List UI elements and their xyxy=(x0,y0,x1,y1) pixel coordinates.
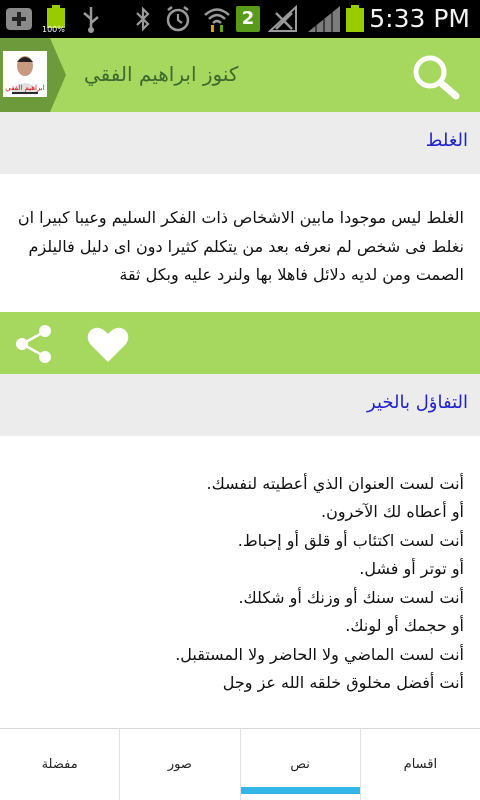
action-bar: ابراهيم الفقي كنوز ابراهيم الفقي xyxy=(0,38,480,112)
usb-icon xyxy=(83,7,99,33)
clock-time: 5:33 PM xyxy=(369,4,470,33)
post-line: أنت أفضل مخلوق خلقه الله عز وجل xyxy=(222,673,464,692)
post-line: أنت لست سنك أو وزنك أو شكلك. xyxy=(238,587,464,607)
search-icon[interactable] xyxy=(406,50,466,102)
post-body: أنت لست العنوان الذي أعطيته لنفسك. أو أع… xyxy=(0,436,480,698)
tab-label: مفضلة xyxy=(41,757,78,772)
post-actions-bar xyxy=(0,311,480,374)
post-line: أنت لست العنوان الذي أعطيته لنفسك. xyxy=(206,473,464,493)
add-notification-icon xyxy=(6,8,32,30)
tab-favorites[interactable]: مفضلة xyxy=(0,729,121,800)
notification-count: 2 xyxy=(241,8,255,29)
tab-label: اقسام xyxy=(403,757,438,772)
heart-icon[interactable] xyxy=(86,324,130,364)
wifi-icon xyxy=(204,8,230,32)
status-bar: 100% 2 5:33 PM xyxy=(0,0,480,38)
posts-list[interactable]: الغلط الغلط ليس موجودا مابين الاشخاص ذات… xyxy=(0,112,480,728)
post-line: أنت لست اكتئاب أو قلق أو إحباط. xyxy=(237,530,464,550)
tab-categories[interactable]: اقسام xyxy=(361,729,480,800)
active-tab-indicator xyxy=(240,787,360,794)
post-title-bar[interactable]: التفاؤل بالخير xyxy=(0,373,480,436)
app-title: كنوز ابراهيم الفقي xyxy=(84,62,239,86)
post-title: التفاؤل بالخير xyxy=(367,391,468,413)
app-icon[interactable]: ابراهيم الفقي xyxy=(0,38,66,112)
battery-full-icon xyxy=(346,5,364,32)
alarm-icon xyxy=(166,6,190,32)
notification-badge: 2 xyxy=(236,6,260,32)
bluetooth-icon xyxy=(136,6,150,32)
post-line: أو حجمك أو لونك. xyxy=(345,616,464,635)
post-body: الغلط ليس موجودا مابين الاشخاص ذات الفكر… xyxy=(17,208,464,284)
post-line: أو أعطاه لك الآخرون. xyxy=(320,502,464,521)
tab-text[interactable]: نص xyxy=(240,729,361,800)
share-icon[interactable] xyxy=(14,324,54,364)
tab-images[interactable]: صور xyxy=(120,729,241,800)
bottom-tab-bar: مفضلة صور نص اقسام xyxy=(0,728,480,800)
tab-label: نص xyxy=(290,757,310,772)
post-title-bar[interactable]: الغلط xyxy=(0,112,480,174)
post-line: أو توتر أو فشل. xyxy=(359,559,464,578)
no-signal-icon xyxy=(268,5,297,32)
signal-bars-icon xyxy=(308,6,340,32)
post-line: أنت لست الماضي ولا الحاضر ولا المستقبل. xyxy=(175,644,464,664)
app-icon-caption: ابراهيم الفقي xyxy=(5,84,44,92)
post-title: الغلط xyxy=(425,130,468,151)
tab-label: صور xyxy=(167,757,192,772)
battery-percent-text: 100% xyxy=(42,25,65,34)
